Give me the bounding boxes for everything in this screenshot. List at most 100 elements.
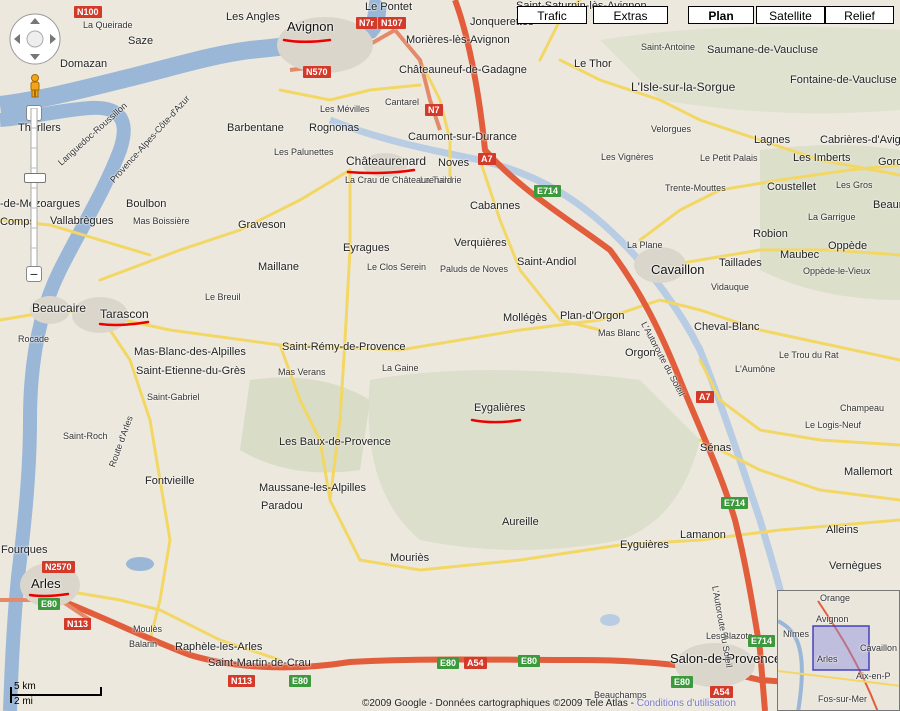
overview-label-orange: Orange bbox=[820, 593, 851, 603]
place-label: Mallemort bbox=[844, 466, 893, 478]
place-label: Cabrières-d'Avigna bbox=[820, 134, 900, 146]
place-label: La Plane bbox=[627, 240, 663, 250]
place-label: La Queirade bbox=[83, 20, 133, 30]
place-label: Mas-Blanc-des-Alpilles bbox=[134, 346, 246, 358]
place-label: Fontvieille bbox=[145, 475, 195, 487]
terms-link[interactable]: Conditions d'utilisation bbox=[637, 698, 736, 709]
zoom-slider[interactable] bbox=[29, 107, 39, 269]
road-shield: E80 bbox=[518, 655, 541, 667]
place-label: Thorllers bbox=[18, 122, 61, 134]
road-shield: E714 bbox=[721, 497, 749, 509]
place-label: Balarin bbox=[129, 639, 158, 649]
road-shield: N100 bbox=[74, 6, 102, 18]
place-label: Avignon bbox=[287, 19, 334, 34]
place-label: Morières-lès-Avignon bbox=[406, 34, 510, 46]
road-shield: N7r bbox=[356, 17, 378, 29]
place-label: Lamanon bbox=[680, 529, 726, 541]
map-type-relief-button[interactable]: Relief bbox=[825, 6, 894, 24]
place-label: Beaucaire bbox=[32, 301, 87, 315]
place-label: Tarascon bbox=[100, 307, 149, 321]
overview-label-aix: Aix-en-P bbox=[856, 671, 891, 681]
place-label: Mouriès bbox=[390, 552, 430, 564]
place-label: Velorgues bbox=[651, 124, 692, 134]
place-label: Mas Verans bbox=[278, 367, 326, 377]
map-type-satellite-button[interactable]: Satellite bbox=[756, 6, 825, 24]
place-label: Les Palunettes bbox=[274, 147, 334, 157]
place-label: Le Pontet bbox=[365, 1, 413, 13]
scale-bar: 5 km 2 mi bbox=[8, 681, 108, 707]
road-shield: N7 bbox=[425, 104, 443, 116]
copyright-text: ©2009 Google - Données cartographiques ©… bbox=[362, 698, 634, 709]
road-shield: A7 bbox=[696, 391, 714, 403]
place-label: Domazan bbox=[60, 58, 108, 70]
map-type-plan-button[interactable]: Plan bbox=[688, 6, 754, 24]
overview-label-avignon: Avignon bbox=[816, 614, 849, 624]
road-shield: N107 bbox=[378, 17, 406, 29]
pan-control[interactable] bbox=[8, 12, 62, 66]
road-shield: E80 bbox=[671, 676, 694, 688]
place-label: Boulbon bbox=[126, 198, 167, 210]
place-label: Lagnes bbox=[754, 134, 791, 146]
place-label: Saumane-de-Vaucluse bbox=[707, 44, 819, 56]
place-label: Rocade bbox=[18, 334, 50, 344]
road-shield: N570 bbox=[303, 66, 331, 78]
place-label: Oppède-le-Vieux bbox=[803, 266, 871, 276]
place-label: L'Isle-sur-la-Sorgue bbox=[631, 80, 736, 94]
road-shield: E714 bbox=[748, 635, 776, 647]
overview-label-arles: Arles bbox=[817, 654, 838, 664]
place-label: Saint-Rémy-de-Provence bbox=[282, 341, 406, 353]
place-label: Plan-d'Orgon bbox=[560, 310, 625, 322]
zoom-slider-handle[interactable] bbox=[24, 173, 46, 183]
place-label: Mas Blanc bbox=[598, 328, 641, 338]
place-label: Eyragues bbox=[343, 242, 390, 254]
overview-map[interactable]: Orange Avignon Nîmes Arles Cavaillon Aix… bbox=[777, 590, 900, 711]
scale-metric-label: 5 km bbox=[14, 681, 36, 692]
place-label: Le Trou du Rat bbox=[779, 350, 839, 360]
place-label: Vidauque bbox=[711, 282, 749, 292]
copyright-notice: ©2009 Google - Données cartographiques ©… bbox=[362, 698, 736, 709]
place-label: La Garrigue bbox=[808, 212, 856, 222]
place-label: Oppède bbox=[828, 240, 868, 252]
zoom-out-button[interactable]: − bbox=[26, 266, 42, 282]
place-label: Saint-Martin-de-Crau bbox=[208, 657, 311, 669]
road-shield: E80 bbox=[289, 675, 312, 687]
pegman-icon[interactable] bbox=[27, 74, 43, 98]
place-label: Fourques bbox=[1, 544, 48, 556]
place-label: Vallabrègues bbox=[50, 215, 114, 227]
place-label: L'Aumône bbox=[735, 364, 776, 374]
place-label: Champeau bbox=[840, 403, 885, 413]
place-label: Saint-Etienne-du-Grès bbox=[136, 365, 246, 377]
place-label: Les Angles bbox=[226, 11, 280, 23]
map-type-trafic-button[interactable]: Trafic bbox=[517, 6, 587, 24]
place-label: La Crau de Châteaurenard bbox=[345, 175, 453, 185]
place-label: Cabannes bbox=[470, 200, 521, 212]
place-label: Caumont-sur-Durance bbox=[408, 131, 517, 143]
place-label: Saint-Andiol bbox=[517, 256, 577, 268]
place-label: Raphèle-les-Arles bbox=[175, 641, 263, 653]
place-label: Mollégès bbox=[503, 312, 548, 324]
place-label: La Gaine bbox=[382, 363, 419, 373]
place-label: Paradou bbox=[261, 500, 303, 512]
place-label: Barbentane bbox=[227, 122, 284, 134]
place-label: Maillane bbox=[258, 261, 299, 273]
place-label: Maubec bbox=[780, 249, 820, 261]
place-label: Alleins bbox=[826, 524, 859, 536]
map-type-extras-button[interactable]: Extras bbox=[593, 6, 668, 24]
place-label: Le Clos Serein bbox=[367, 262, 427, 272]
place-label: Graveson bbox=[238, 219, 286, 231]
place-label: Moulès bbox=[133, 624, 163, 634]
place-label: Maussane-les-Alpilles bbox=[259, 482, 366, 494]
place-label: Paluds de Noves bbox=[440, 264, 509, 274]
road-shield: A7 bbox=[478, 153, 496, 165]
place-label: Le Breuil bbox=[205, 292, 241, 302]
place-label: Vernègues bbox=[829, 560, 882, 572]
place-label: Coustellet bbox=[767, 181, 816, 193]
road-shield: A54 bbox=[464, 657, 487, 669]
map-canvas[interactable]: AvignonLe PontetLes AnglesSaint-Saturnin… bbox=[0, 0, 900, 711]
place-label: Châteauneuf-de-Gadagne bbox=[399, 64, 527, 76]
road-shield: E714 bbox=[534, 185, 562, 197]
scale-imperial-label: 2 mi bbox=[14, 696, 33, 707]
overview-label-cavaillon: Cavaillon bbox=[860, 643, 898, 653]
place-label: Fontaine-de-Vaucluse bbox=[790, 74, 897, 86]
overview-label-fos: Fos-sur-Mer bbox=[818, 694, 867, 704]
